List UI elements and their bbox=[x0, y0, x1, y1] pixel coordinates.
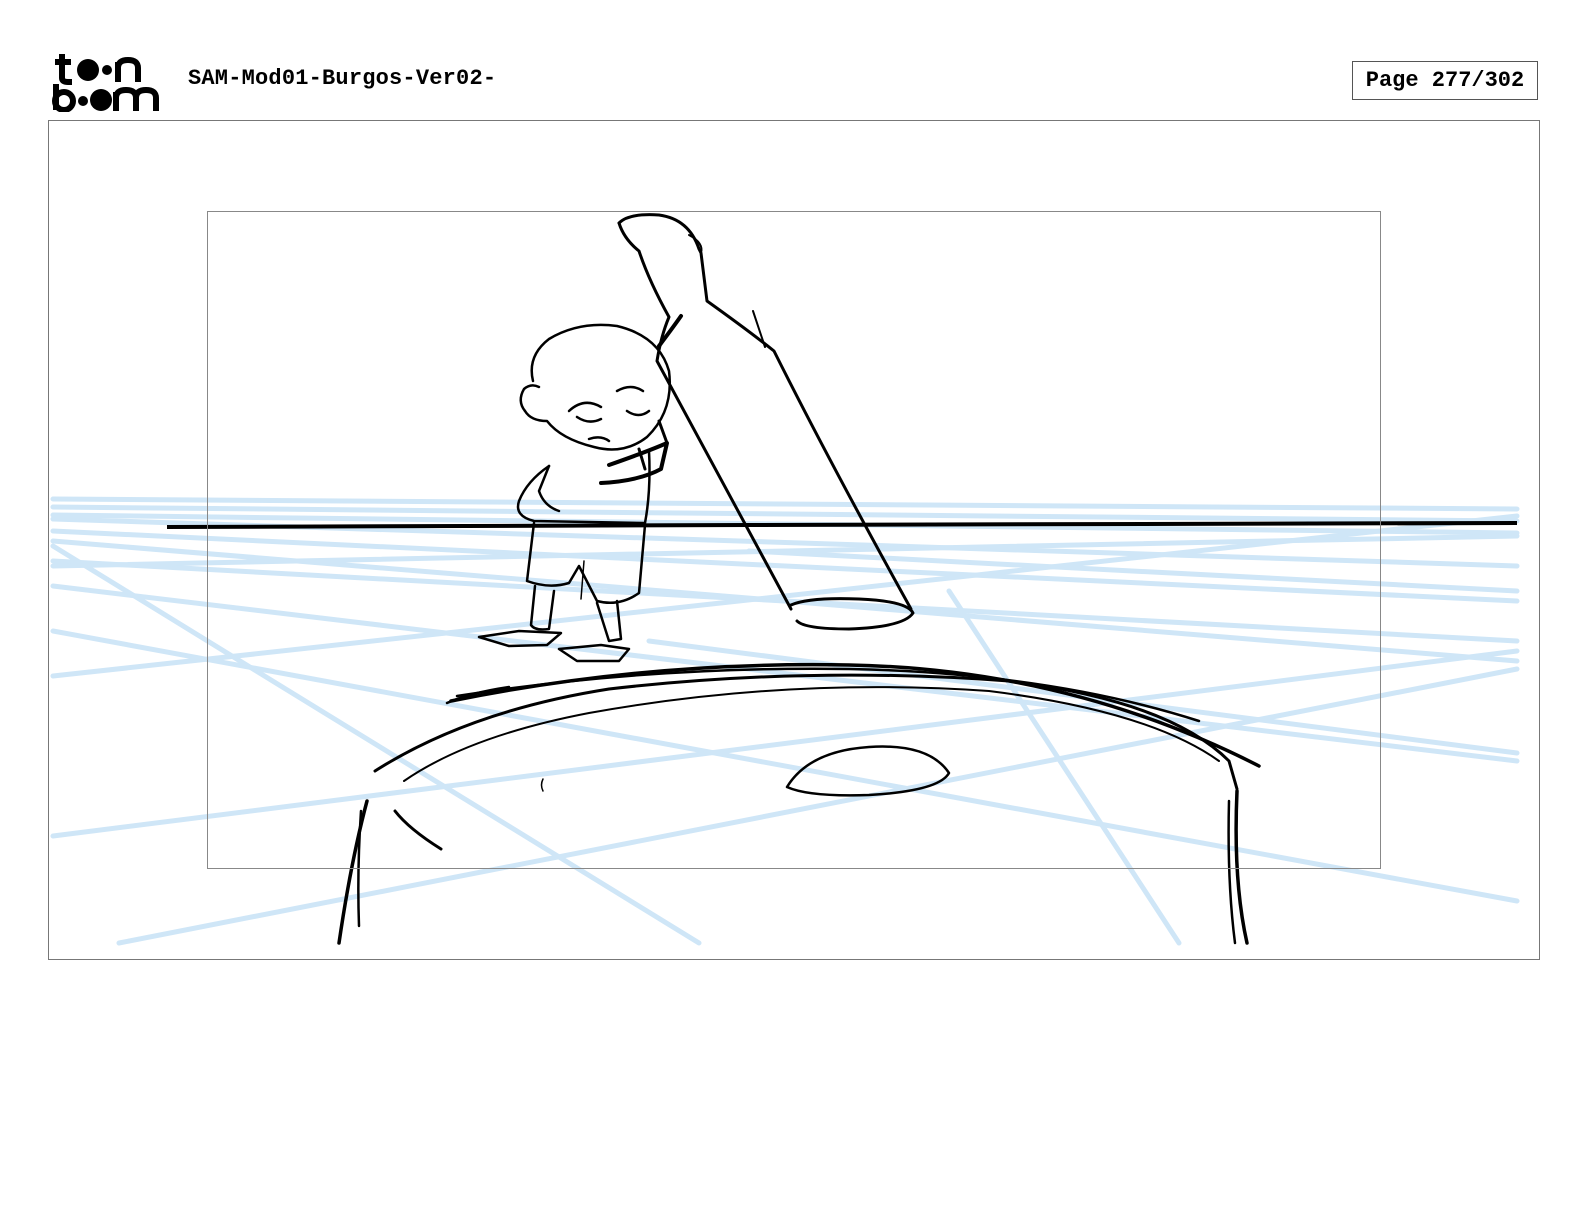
perspective-guides bbox=[50, 496, 1520, 946]
document-title: SAM-Mod01-Burgos-Ver02- bbox=[188, 66, 497, 91]
page-number-box: Page 277/302 bbox=[1352, 61, 1538, 100]
toonboom-logo-mark bbox=[52, 54, 159, 112]
storyboard-panel bbox=[48, 120, 1540, 960]
toonboom-logo bbox=[50, 50, 166, 112]
storyboard-sketch bbox=[50, 213, 1520, 946]
horizon-line bbox=[166, 521, 1518, 529]
page-number-label: Page 277/302 bbox=[1365, 68, 1525, 93]
